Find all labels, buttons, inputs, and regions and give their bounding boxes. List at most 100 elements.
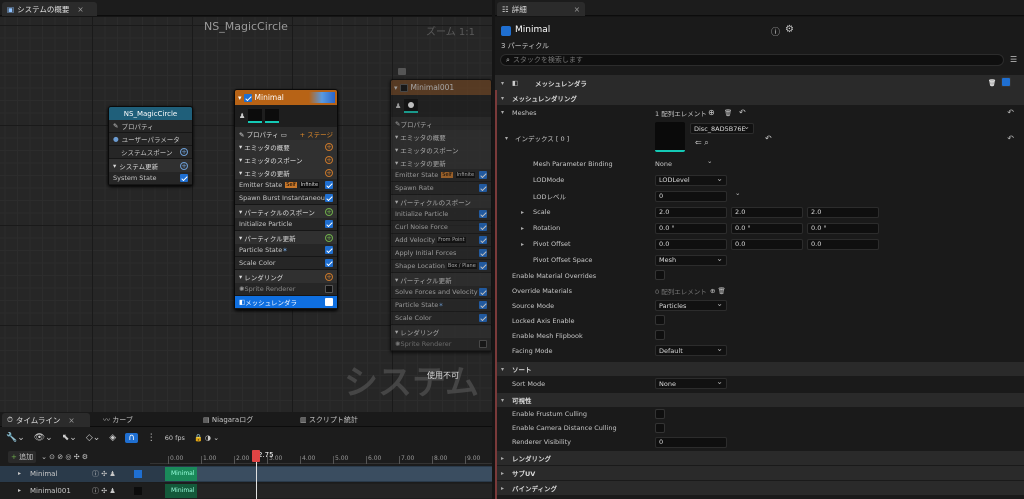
dropdown[interactable]: LODLevel (655, 174, 727, 186)
module-row[interactable]: Add Velocity From Point (391, 234, 491, 247)
module-row[interactable]: Spawn Rate (391, 182, 491, 195)
mesh-flipbook-row[interactable]: Enable Mesh Flipbook (495, 328, 1024, 343)
lodlevel-row[interactable]: LODレベル 0 ⌄ (495, 188, 1024, 204)
lodmode-row[interactable]: LODMode LODLevel (495, 172, 1024, 188)
module-row-selected[interactable]: ◧ メッシュレンダラ (235, 296, 337, 309)
expand-icon[interactable]: ▸ (521, 225, 524, 232)
lock-icon[interactable]: 🔒 ◑ ⌄ (194, 434, 219, 442)
track-bar[interactable]: Minimal (165, 467, 197, 481)
module-row[interactable]: Shape Location Box / Plane (391, 260, 491, 273)
pivot-row[interactable]: ▸ Pivot Offset 0.0 0.0 0.0 (495, 236, 1024, 252)
wrench-icon[interactable]: 🔧⌄ (6, 433, 25, 443)
close-icon[interactable]: × (77, 5, 83, 14)
override-materials-row[interactable]: Override Materials 0 配列エレメント ⊕ 🗑 (495, 283, 1024, 298)
frustum-culling-row[interactable]: Enable Frustum Culling (495, 407, 1024, 421)
keyframe-icon[interactable]: ◇⌄ (86, 433, 100, 443)
module-row[interactable]: Apply Initial Forces (391, 247, 491, 260)
module-row[interactable]: Curl Noise Force (391, 221, 491, 234)
minimal-emitter-node[interactable]: ▾ Minimal ♟ ✎ プロパティ ▭ + ステージ ▾ エミッタの概要 + ▾… (234, 89, 338, 310)
browse-icon[interactable]: ⇐ ⌕ (695, 138, 709, 148)
module-row[interactable]: Initialize Particle (391, 208, 491, 221)
module-section[interactable]: ▾ エミッタのスポーン (391, 143, 491, 156)
enabled-checkbox[interactable] (180, 174, 188, 182)
expand-icon[interactable]: ▾ (501, 397, 504, 404)
rotation-row[interactable]: ▸ Rotation 0.0 ° 0.0 ° 0.0 ° (495, 220, 1024, 236)
stack-search[interactable]: ⌕ スタックを検索します (500, 54, 1004, 66)
module-checkbox[interactable] (479, 236, 487, 244)
emitter-header[interactable]: ▾ Minimal (235, 90, 337, 105)
section-collapsed[interactable]: ▸ バインディング (495, 481, 1024, 495)
section-sort[interactable]: ▾ ソート (495, 362, 1024, 376)
add-module-icon[interactable]: + (325, 233, 333, 242)
pivot-space-row[interactable]: Pivot Offset Space Mesh (495, 252, 1024, 268)
module-checkbox[interactable] (479, 301, 487, 309)
module-checkbox[interactable] (325, 194, 333, 202)
checkbox[interactable] (655, 270, 665, 280)
rotation-x[interactable]: 0.0 ° (655, 222, 727, 234)
expand-icon[interactable]: ▸ (501, 470, 504, 477)
delete-icon[interactable]: 🗑 (724, 109, 732, 117)
module-section[interactable]: ▾ パーティクル更新 + (235, 231, 337, 244)
enable-material-overrides-row[interactable]: Enable Material Overrides (495, 268, 1024, 283)
reset-icon[interactable]: ↶ (1007, 134, 1014, 143)
snap-icon[interactable]: ∩ (125, 432, 138, 443)
add-module-icon[interactable]: + (180, 148, 188, 156)
tab-details[interactable]: ☷ 詳細 × (497, 2, 585, 16)
section-visibility[interactable]: ▾ 可視性 (495, 393, 1024, 407)
more-icon[interactable]: ⋮ (147, 433, 156, 443)
pivot-y[interactable]: 0.0 (731, 238, 803, 250)
rotation-z[interactable]: 0.0 ° (807, 222, 879, 234)
add-stage-button[interactable]: + ステージ (300, 129, 333, 139)
module-section[interactable]: ▾ エミッタの更新 + (235, 166, 337, 179)
module-checkbox[interactable] (479, 288, 487, 296)
expand-icon[interactable]: ▾ (501, 366, 504, 373)
module-section[interactable]: ▾ エミッタのスポーン + (235, 153, 337, 166)
module-section[interactable]: ▾ パーティクル更新 (391, 273, 491, 286)
mesh-asset-dropdown[interactable]: Disc_8AD5B76E (690, 122, 754, 134)
module-row[interactable]: Solve Forces and Velocity (391, 286, 491, 299)
module-section[interactable]: ▾ パーティクルのスポーン (391, 195, 491, 208)
module-checkbox[interactable] (325, 298, 333, 306)
pivot-z[interactable]: 0.0 (807, 238, 879, 250)
module-checkbox[interactable] (325, 181, 333, 189)
module-checkbox[interactable] (479, 223, 487, 231)
add-module-icon[interactable]: + (325, 207, 333, 216)
expand-icon[interactable]: ▾ (501, 80, 504, 87)
dropdown[interactable]: None (655, 377, 727, 389)
scale-z[interactable]: 2.0 (807, 206, 879, 218)
checkbox[interactable] (655, 315, 665, 325)
tab-script-stats[interactable]: ▥ スクリプト統計 (300, 415, 358, 425)
meshes-row[interactable]: ▾ Meshes 1 配列エレメント ⊕ 🗑 ↶ ↶ (495, 105, 1024, 120)
playhead-badge[interactable]: 2.75 (258, 451, 274, 459)
value-field[interactable]: 0 (655, 436, 727, 448)
expand-icon[interactable]: ▾ (501, 95, 504, 102)
tab-curves[interactable]: 〰 カーブ (103, 415, 133, 425)
mesh-param-binding-row[interactable]: Mesh Parameter Binding None ⌄ (495, 156, 1024, 172)
emitter-header[interactable]: ▾ Minimal001 (391, 80, 491, 95)
add-element-icon[interactable]: ⊕ (708, 108, 715, 117)
add-module-icon[interactable]: + (180, 161, 188, 170)
module-checkbox[interactable] (479, 184, 487, 192)
expand-icon[interactable]: ▾ (501, 109, 504, 116)
tab-system-overview[interactable]: ▣ システムの概要 × (2, 2, 97, 16)
pivot-x[interactable]: 0.0 (655, 238, 727, 250)
dropdown[interactable]: Mesh (655, 254, 727, 266)
track-icons[interactable]: ⓘ ✣ ♟ (92, 486, 116, 496)
module-checkbox[interactable] (325, 220, 333, 228)
track-row[interactable]: ▸ Minimal001 ⓘ ✣ ♟ Minimal (0, 483, 492, 499)
system-properties-row[interactable]: ✎ プロパティ (109, 120, 192, 133)
reset-icon[interactable]: ↶ (739, 108, 746, 117)
checkbox[interactable] (655, 423, 665, 433)
track-bar[interactable]: Minimal (165, 484, 197, 498)
module-section[interactable]: ▾ エミッタの更新 (391, 156, 491, 169)
module-section[interactable]: ▾ パーティクルのスポーン + (235, 205, 337, 218)
collapse-icon[interactable]: ▾ (394, 84, 398, 92)
chevron-down-icon[interactable]: ⌄ (707, 157, 712, 165)
system-node[interactable]: NS_MagicCircle ✎ プロパティ ● ユーザーパラメータ システムスポー… (108, 106, 193, 186)
track-row[interactable]: ▸ Minimal ⓘ ✣ ♟ Minimal (0, 466, 492, 482)
module-row[interactable]: Emitter State Self Infinite (235, 179, 337, 192)
sort-mode-row[interactable]: Sort Mode None (495, 376, 1024, 391)
module-checkbox[interactable] (325, 285, 333, 293)
module-row[interactable]: Scale Color (235, 257, 337, 270)
reset-icon[interactable]: ↶ (1007, 108, 1014, 117)
